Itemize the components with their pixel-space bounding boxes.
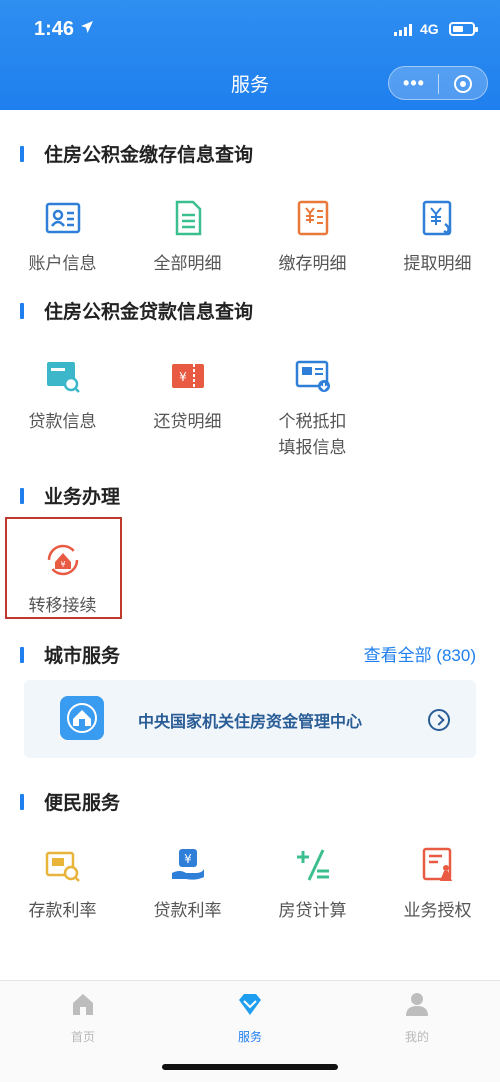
section-marker (20, 793, 24, 810)
tax-deduction-item[interactable]: 个税抵扣 填报信息 (250, 356, 375, 461)
item-label: 转移接续 (28, 596, 97, 615)
mortgage-calculator-item[interactable]: 房贷计算 (250, 845, 375, 924)
tab-home[interactable]: 首页 (43, 991, 123, 1045)
tab-mine[interactable]: 我的 (377, 991, 457, 1045)
item-label: 提取明细 (403, 254, 472, 273)
top-bar: 1:46 4G 服务 ••• (0, 0, 500, 110)
yuan-receipt-icon (297, 200, 328, 236)
business-authorization-item[interactable]: 业务授权 (375, 845, 500, 924)
section-marker (20, 646, 24, 663)
loan-search-icon (46, 362, 80, 393)
section-marker (20, 302, 24, 319)
deposit-details-item[interactable]: 缴存明细 (250, 198, 375, 277)
section-deposit-title: 住房公积金缴存信息查询 (20, 140, 253, 167)
section-marker (20, 487, 24, 504)
withdrawal-details-item[interactable]: 提取明细 (375, 198, 500, 277)
document-list-icon (175, 200, 201, 236)
item-label: 贷款利率 (153, 901, 222, 920)
tab-label: 首页 (70, 1030, 95, 1044)
account-card-icon (45, 202, 80, 234)
status-time: 1:46 (34, 18, 75, 40)
loan-rate-item[interactable]: ¥ 贷款利率 (125, 845, 250, 924)
close-target-icon[interactable] (454, 75, 472, 93)
item-label: 还贷明细 (153, 412, 222, 431)
item-label: 业务授权 (403, 901, 472, 920)
item-label: 房贷计算 (278, 901, 347, 920)
section-business-title: 业务办理 (20, 482, 120, 509)
calculator-icon (296, 849, 329, 881)
signal-icon (394, 24, 414, 36)
more-icon[interactable]: ••• (400, 74, 428, 92)
item-label: 贷款信息 (28, 412, 97, 431)
user-icon (406, 993, 428, 1016)
yuan-withdraw-icon (422, 200, 451, 236)
section-loan-title: 住房公积金贷款信息查询 (20, 297, 253, 324)
city-service-name: 中央国家机关住房资金管理中心 (138, 714, 363, 731)
item-label: 全部明细 (153, 254, 222, 273)
item-label: 个税抵扣 填报信息 (278, 412, 347, 457)
capsule-divider (438, 74, 439, 94)
home-icon (73, 994, 93, 1015)
account-info-item[interactable]: 账户信息 (0, 198, 125, 277)
item-label: 账户信息 (28, 254, 97, 273)
housing-fund-logo-icon (60, 696, 104, 740)
deposit-rate-item[interactable]: 存款利率 (0, 845, 125, 924)
transfer-continuation-item[interactable]: ¥ 转移接续 (0, 540, 125, 619)
repayment-details-item[interactable]: ¥ 还贷明细 (125, 356, 250, 435)
authorization-doc-icon (422, 847, 452, 881)
transfer-house-icon: ¥ (47, 544, 78, 576)
tab-label: 服务 (237, 1030, 262, 1044)
battery-icon (449, 22, 478, 36)
network-label: 4G (420, 21, 439, 37)
section-convenience-title: 便民服务 (20, 788, 120, 815)
all-details-item[interactable]: 全部明细 (125, 198, 250, 277)
svg-text:¥: ¥ (179, 370, 187, 384)
repayment-ticket-icon: ¥ (171, 364, 204, 388)
diamond-icon (239, 994, 261, 1015)
chevron-right-icon[interactable] (428, 709, 450, 731)
home-indicator (162, 1064, 338, 1070)
view-all-link[interactable]: 查看全部 (830) (364, 641, 476, 666)
location-arrow-icon (81, 21, 93, 33)
loan-rate-hand-icon: ¥ (171, 849, 204, 880)
svg-text:¥: ¥ (184, 852, 192, 866)
item-label: 缴存明细 (278, 254, 347, 273)
deposit-rate-icon (45, 851, 80, 882)
tax-form-icon (295, 360, 330, 392)
svg-text:¥: ¥ (60, 560, 65, 569)
tab-label: 我的 (404, 1030, 429, 1044)
city-service-card[interactable]: 中央国家机关住房资金管理中心 (24, 680, 476, 758)
tab-service[interactable]: 服务 (210, 991, 290, 1045)
item-label: 存款利率 (28, 901, 97, 920)
mini-program-capsule: ••• (388, 66, 488, 100)
section-marker (20, 145, 24, 162)
loan-info-item[interactable]: 贷款信息 (0, 356, 125, 435)
section-city-title: 城市服务 (20, 641, 120, 668)
